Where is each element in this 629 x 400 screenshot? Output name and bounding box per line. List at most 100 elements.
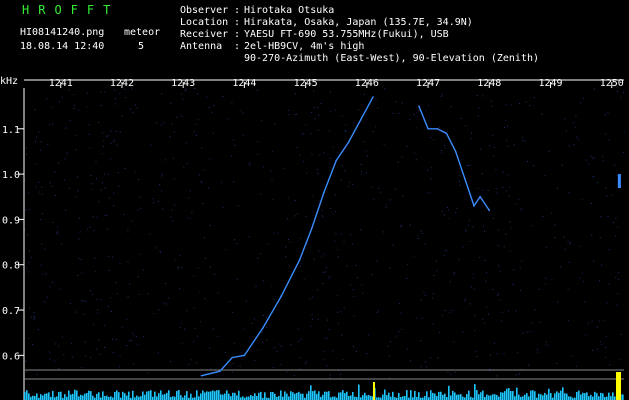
- spectrum-bar: [458, 394, 460, 400]
- noise-dot: [398, 330, 400, 332]
- noise-dot: [82, 300, 84, 302]
- noise-dot: [534, 309, 536, 311]
- noise-dot: [26, 234, 28, 236]
- noise-dot: [309, 298, 311, 300]
- noise-dot: [35, 136, 37, 138]
- spectrum-bar: [440, 391, 442, 400]
- spectrum-bar: [226, 390, 228, 400]
- spectrum-bar: [512, 391, 514, 400]
- spectrum-bar: [310, 385, 312, 400]
- noise-dot: [76, 176, 78, 178]
- noise-dot: [353, 295, 355, 297]
- noise-dot: [313, 107, 315, 109]
- noise-dot: [468, 220, 470, 222]
- noise-dot: [323, 271, 325, 273]
- noise-dot: [482, 318, 484, 320]
- noise-dot: [217, 335, 219, 337]
- noise-dot: [620, 96, 622, 98]
- noise-dot: [261, 331, 263, 333]
- noise-dot: [168, 297, 170, 299]
- noise-dot: [171, 209, 173, 211]
- noise-dot: [599, 280, 601, 282]
- noise-dot: [30, 316, 32, 318]
- spectrum-bar: [432, 392, 434, 400]
- noise-dot: [132, 112, 134, 114]
- spectrum-bar: [414, 391, 416, 400]
- noise-dot: [28, 192, 30, 194]
- spectrum-bar: [116, 390, 118, 400]
- noise-dot: [335, 233, 337, 235]
- spectrum-bar: [106, 395, 108, 400]
- noise-dot: [509, 186, 511, 188]
- noise-dot: [389, 267, 391, 269]
- trace-point: [436, 127, 439, 130]
- spectrum-bar: [476, 390, 478, 400]
- noise-dot: [464, 300, 466, 302]
- noise-dot: [100, 91, 102, 93]
- noise-dot: [61, 96, 63, 98]
- noise-dot: [469, 303, 471, 305]
- noise-dot: [563, 236, 565, 238]
- noise-dot: [195, 123, 197, 125]
- spectrum-bar: [328, 391, 330, 400]
- noise-dot: [305, 124, 307, 126]
- spectrum-bar: [614, 396, 616, 400]
- spectrum-bar: [178, 390, 180, 400]
- noise-dot: [332, 146, 334, 148]
- noise-dot: [560, 266, 562, 268]
- spectrum-bar: [410, 390, 412, 400]
- noise-dot: [602, 160, 604, 162]
- noise-dot: [420, 340, 422, 342]
- noise-dot: [108, 256, 110, 258]
- y-tick-label: 1.0: [2, 170, 20, 181]
- noise-dot: [596, 326, 598, 328]
- noise-dot: [325, 267, 327, 269]
- noise-dot: [159, 250, 161, 252]
- noise-dot: [340, 311, 342, 313]
- noise-dot: [337, 249, 339, 251]
- spectrum-bar: [598, 396, 600, 400]
- spectrum-bar: [362, 395, 364, 400]
- noise-dot: [492, 288, 494, 290]
- spectrum-bar: [390, 396, 392, 400]
- trace-point: [427, 127, 429, 130]
- noise-dot: [332, 350, 334, 352]
- noise-dot: [260, 193, 262, 195]
- noise-dot: [98, 122, 100, 124]
- noise-dot: [164, 159, 166, 161]
- noise-dot: [296, 213, 298, 215]
- noise-dot: [88, 124, 90, 126]
- noise-dot: [137, 276, 139, 278]
- noise-dot: [585, 334, 587, 336]
- spectrum-bar: [528, 396, 530, 400]
- noise-dot: [178, 267, 180, 269]
- noise-dot: [493, 155, 495, 157]
- noise-dot: [423, 292, 425, 294]
- noise-dot: [157, 352, 159, 354]
- spectrum-bar: [154, 391, 156, 400]
- noise-dot: [503, 246, 505, 248]
- spectrum-bar: [162, 394, 164, 400]
- noise-dot: [212, 328, 214, 330]
- noise-dot: [456, 207, 458, 209]
- noise-dot: [69, 302, 71, 304]
- spectrum-peak: [372, 382, 375, 400]
- noise-dot: [417, 238, 419, 240]
- noise-dot: [157, 201, 159, 203]
- noise-dot: [437, 357, 439, 359]
- spectrum-bar: [350, 395, 352, 400]
- noise-dot: [470, 132, 472, 134]
- noise-dot: [69, 119, 71, 121]
- noise-dot: [45, 273, 47, 275]
- trace-point: [359, 118, 362, 121]
- noise-dot: [432, 323, 434, 325]
- noise-dot: [365, 172, 367, 174]
- noise-dot: [209, 224, 211, 226]
- noise-dot: [56, 226, 58, 228]
- noise-dot: [358, 109, 360, 111]
- noise-dot: [492, 134, 494, 136]
- noise-dot: [335, 109, 337, 111]
- noise-dot: [441, 94, 443, 96]
- noise-dot: [193, 307, 195, 309]
- spectrum-bar: [144, 394, 146, 400]
